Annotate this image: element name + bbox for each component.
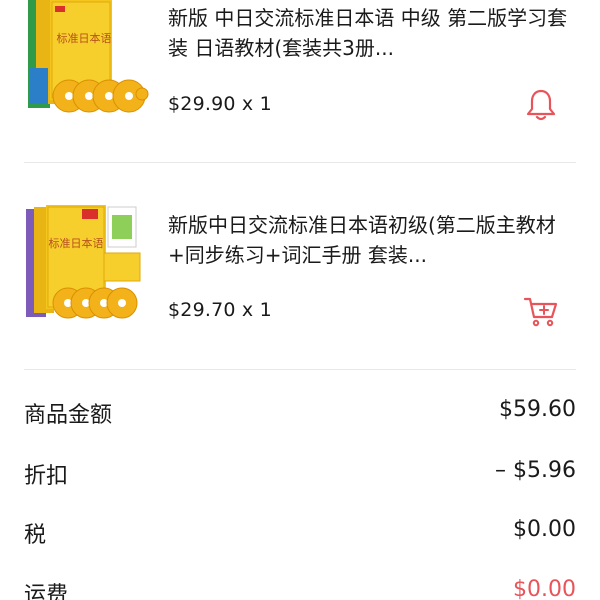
product-image[interactable]: 标准日本语 [24, 0, 149, 118]
subtotal-label: 商品金额 [24, 403, 113, 428]
shipping-label: 运费 [24, 583, 69, 600]
product-price-quantity: $29.70 x 1 [168, 299, 272, 321]
discount-label: 折扣 [24, 464, 69, 489]
cart-item[interactable]: 标准日本语 新版 中日交流标准日本语 中级 第二版学习套装 日语教材(套装共3册… [0, 0, 600, 150]
bell-icon [526, 89, 556, 121]
subtotal-row: 商品金额 $59.60 [24, 397, 576, 437]
tax-row: 税 $0.00 [24, 517, 576, 557]
divider [24, 162, 576, 163]
product-title[interactable]: 新版 中日交流标准日本语 中级 第二版学习套装 日语教材(套装共3册... [168, 3, 568, 63]
product-price-quantity: $29.90 x 1 [168, 93, 272, 115]
subtotal-value: $59.60 [499, 397, 576, 422]
add-to-cart-button[interactable] [522, 293, 560, 331]
discount-row: 折扣 – $5.96 [24, 458, 576, 498]
shipping-value: $0.00 [513, 577, 576, 600]
discount-value: – $5.96 [495, 458, 576, 483]
product-title[interactable]: 新版中日交流标准日本语初级(第二版主教材+同步练习+词汇手册 套装... [168, 210, 568, 270]
notify-button[interactable] [522, 86, 560, 124]
divider [24, 369, 576, 370]
svg-text:标准日本语: 标准日本语 [49, 236, 104, 250]
shipping-row: 运费 $0.00 [24, 577, 576, 600]
svg-text:标准日本语: 标准日本语 [57, 31, 112, 45]
cart-item[interactable]: 标准日本语 新版中日交流标准日本语初级(第二版主教材+同步练习+词汇手册 套装.… [0, 205, 600, 355]
tax-label: 税 [24, 523, 47, 548]
product-image[interactable]: 标准日本语 [24, 205, 149, 323]
tax-value: $0.00 [513, 517, 576, 542]
add-to-cart-icon [523, 297, 558, 327]
order-page: 标准日本语 新版 中日交流标准日本语 中级 第二版学习套装 日语教材(套装共3册… [0, 0, 600, 600]
